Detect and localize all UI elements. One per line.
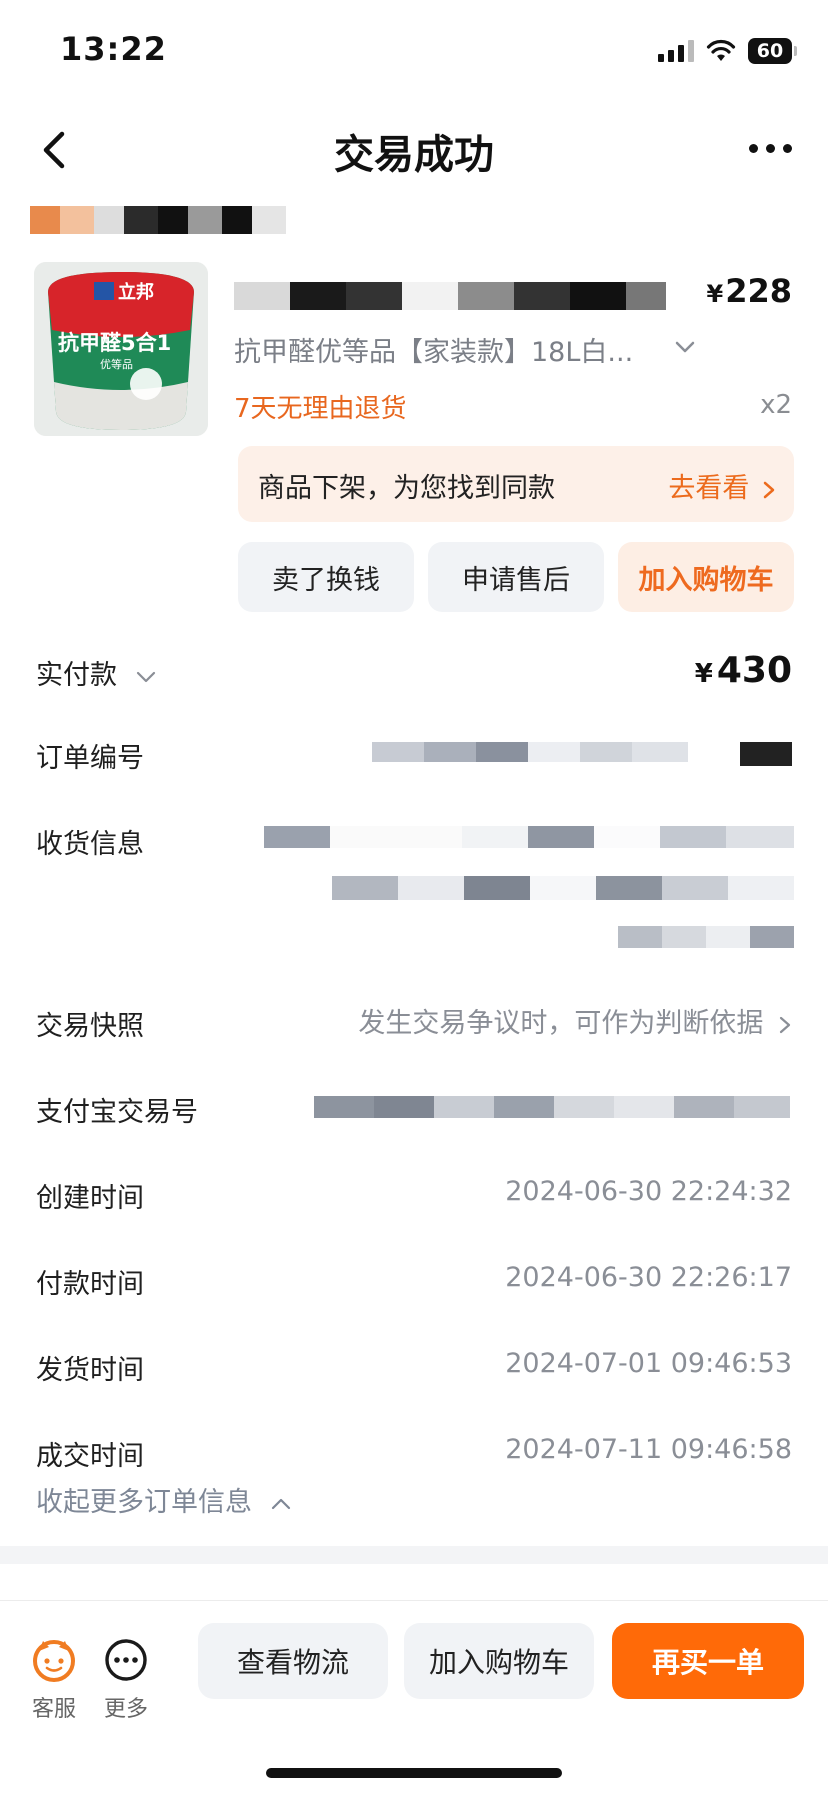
chevron-up-icon — [271, 1498, 290, 1509]
nav-bar: 交易成功 — [0, 100, 828, 200]
order-number-redacted[interactable] — [372, 742, 688, 762]
image-subtitle-text: 优等品 — [100, 357, 133, 371]
more-options-button[interactable] — [740, 128, 800, 168]
customer-service-icon — [33, 1640, 75, 1682]
shipping-info-line2-redacted — [332, 876, 794, 900]
shipped-time-label: 发货时间 — [36, 1355, 144, 1386]
after-sales-button[interactable]: 申请售后 — [428, 542, 604, 612]
more-circle-icon — [105, 1639, 147, 1681]
shipping-info-line3-redacted — [618, 926, 794, 948]
completed-time-value: 2024-07-11 09:46:58 — [505, 1434, 792, 1465]
buy-again-button[interactable]: 再买一单 — [612, 1623, 804, 1699]
alipay-trade-redacted[interactable] — [314, 1096, 790, 1118]
order-number-label: 订单编号 — [36, 743, 144, 774]
shipping-info-label: 收货信息 — [36, 829, 144, 860]
section-divider — [0, 1546, 828, 1564]
shipping-info-line1-redacted — [264, 826, 794, 848]
similar-product-notice[interactable]: 商品下架，为您找到同款 去看看 — [238, 446, 794, 522]
payment-time-label: 付款时间 — [36, 1269, 144, 1300]
image-brand-text: 立邦 — [118, 281, 154, 303]
payment-time-value: 2024-06-30 22:26:17 — [505, 1262, 792, 1293]
more-label: 更多 — [103, 1697, 148, 1722]
battery-icon: 60 — [748, 38, 797, 64]
bottom-action-bar: 客服 更多 查看物流 加入购物车 再买一单 — [0, 1600, 828, 1793]
chevron-down-icon — [136, 671, 155, 682]
notice-text: 商品下架，为您找到同款 — [258, 473, 555, 504]
product-sku[interactable]: 抗甲醛优等品【家装款】18L白... — [234, 330, 633, 369]
created-time-label: 创建时间 — [36, 1183, 144, 1214]
collapse-order-info-button[interactable]: 收起更多订单信息 — [36, 1480, 291, 1519]
chevron-right-icon — [763, 481, 775, 498]
chevron-down-icon[interactable] — [674, 340, 696, 354]
created-time-value: 2024-06-30 22:24:32 — [505, 1176, 792, 1207]
completed-time-label: 成交时间 — [36, 1441, 144, 1472]
product-price: ¥228 — [706, 272, 793, 310]
add-to-cart-button[interactable]: 加入购物车 — [618, 542, 794, 612]
customer-service-label: 客服 — [31, 1697, 76, 1722]
shipped-time-value: 2024-07-01 09:46:53 — [505, 1348, 792, 1379]
return-policy-tag: 7天无理由退货 — [234, 394, 407, 424]
bottom-add-to-cart-button[interactable]: 加入购物车 — [404, 1623, 594, 1699]
sell-button[interactable]: 卖了换钱 — [238, 542, 414, 612]
paid-amount-value: ¥430 — [694, 650, 792, 691]
chevron-right-icon — [779, 1016, 791, 1033]
alipay-trade-label: 支付宝交易号 — [36, 1097, 198, 1128]
status-bar: 13:22 60 — [0, 0, 828, 100]
signal-icon — [658, 40, 694, 62]
status-time: 13:22 — [60, 30, 167, 68]
home-indicator[interactable] — [266, 1768, 562, 1778]
more-button[interactable]: 更多 — [96, 1637, 156, 1723]
product-image[interactable]: 立邦 抗甲醛5合1 优等品 — [34, 262, 208, 436]
shop-name-redacted[interactable] — [30, 206, 286, 234]
paid-amount-label[interactable]: 实付款 — [36, 653, 156, 692]
product-quantity: x2 — [760, 390, 792, 420]
image-title-text: 抗甲醛5合1 — [58, 331, 171, 355]
status-icons: 60 — [658, 36, 797, 66]
page-title: 交易成功 — [334, 132, 494, 178]
paint-bucket-image: 立邦 抗甲醛5合1 优等品 — [34, 262, 208, 436]
customer-service-button[interactable]: 客服 — [24, 1637, 84, 1723]
snapshot-label: 交易快照 — [36, 1011, 144, 1042]
wifi-icon — [706, 39, 736, 61]
view-logistics-button[interactable]: 查看物流 — [198, 1623, 388, 1699]
product-title-redacted[interactable] — [234, 282, 666, 310]
notice-link[interactable]: 去看看 — [668, 466, 776, 505]
copy-order-icon-redacted[interactable] — [740, 742, 792, 766]
snapshot-link[interactable]: 发生交易争议时，可作为判断依据 — [358, 1001, 792, 1040]
